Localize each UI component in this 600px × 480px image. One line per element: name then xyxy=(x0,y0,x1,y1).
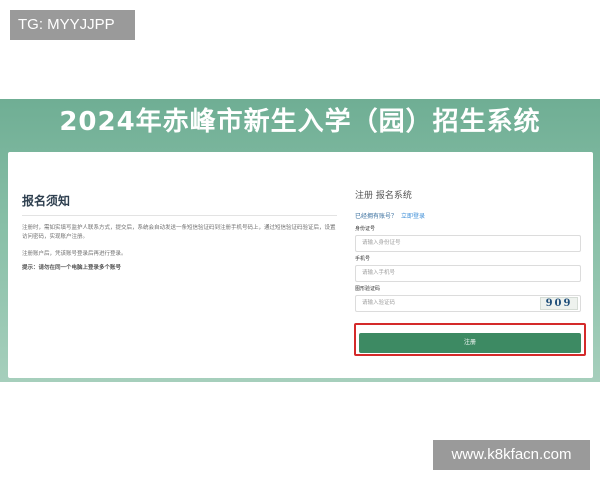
notice-title: 报名须知 xyxy=(22,192,337,216)
watermark-tag-top: TG: MYYJJPP xyxy=(10,10,135,40)
phone-label: 手机号 xyxy=(355,256,371,262)
content-card: 报名须知 注册时，需如实填写监护人联系方式，提交后，系统会自动发送一条短信验证码… xyxy=(8,152,593,378)
id-number-label: 身份证号 xyxy=(355,226,376,232)
captcha-label: 图形验证码 xyxy=(355,286,381,292)
register-button[interactable]: 注册 xyxy=(359,333,581,353)
banner-title: 2024年赤峰市新生入学（园）招生系统 xyxy=(59,107,541,137)
watermark-tag-bottom: www.k8kfacn.com xyxy=(433,440,590,470)
captcha-placeholder: 请输入验证码 xyxy=(362,300,396,306)
notice-paragraph: 注册账户后，凭该账号登录后再进行登录。 xyxy=(22,251,127,257)
notice-panel: 报名须知 注册时，需如实填写监护人联系方式，提交后，系统会自动发送一条短信验证码… xyxy=(22,192,337,273)
registration-screenshot: 2024年赤峰市新生入学（园）招生系统 报名须知 注册时，需如实填写监护人联系方… xyxy=(0,99,600,382)
has-account-text: 已经拥有账号？ xyxy=(355,213,398,220)
captcha-image[interactable]: 909 xyxy=(540,297,578,310)
notice-tip: 提示：请勿在同一个电脑上登录多个账号 xyxy=(22,265,122,271)
id-number-input[interactable]: 请输入身份证号 xyxy=(355,235,581,252)
register-form: 注册 报名系统 已经拥有账号？ 立即登录 身份证号 请输入身份证号 手机号 请输入… xyxy=(355,188,583,312)
notice-paragraph: 注册时，需如实填写监护人联系方式，提交后，系统会自动发送一条短信验证码到注册手机… xyxy=(22,225,336,240)
page: TG: MYYJJPP 2024年赤峰市新生入学（园）招生系统 报名须知 注册时… xyxy=(0,0,600,480)
captcha-input[interactable]: 请输入验证码 909 xyxy=(355,295,581,312)
login-link[interactable]: 立即登录 xyxy=(401,213,425,220)
register-title: 注册 报名系统 xyxy=(355,191,412,201)
account-prompt: 已经拥有账号？ 立即登录 xyxy=(355,211,583,220)
register-button-highlight: 注册 xyxy=(354,323,586,356)
phone-input[interactable]: 请输入手机号 xyxy=(355,265,581,282)
